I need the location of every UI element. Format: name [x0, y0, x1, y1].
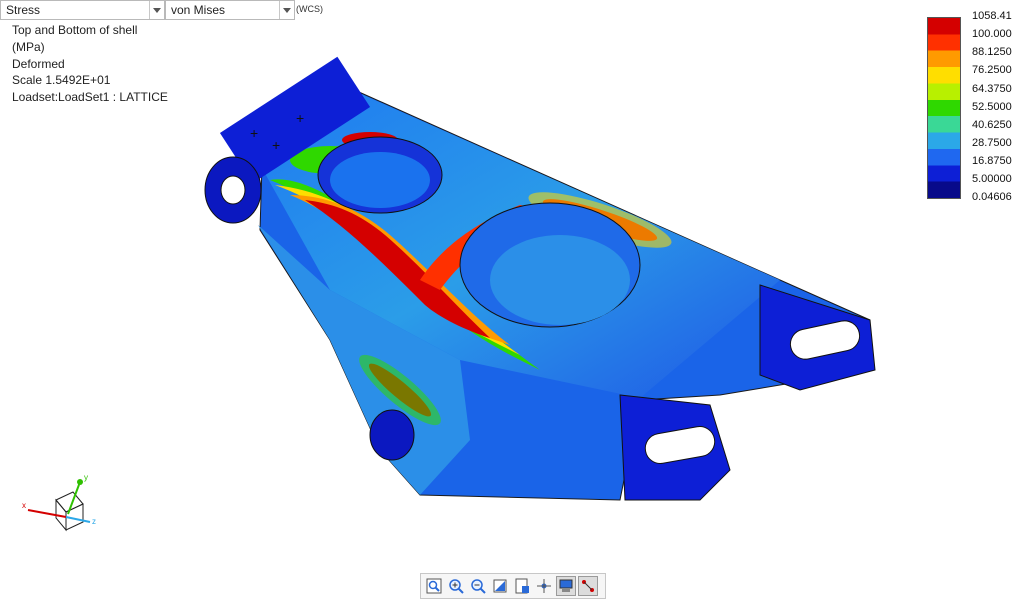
zoom-out-button[interactable] — [468, 576, 488, 596]
triad-x-label: x — [22, 501, 26, 510]
info-line-shell: Top and Bottom of shell — [12, 23, 138, 37]
fringe-legend-bar — [927, 17, 961, 199]
coord-system-label: (WCS) — [296, 4, 323, 14]
legend-label: 76.2500 — [972, 64, 1012, 76]
svg-text:+: + — [250, 125, 258, 141]
info-line-units: (MPa) — [12, 39, 45, 54]
svg-text:+: + — [272, 137, 280, 153]
annotation-icon — [582, 580, 594, 592]
triad-y-label: y — [84, 473, 88, 482]
zoom-in-icon — [449, 579, 464, 594]
info-line-loadset: Loadset:LoadSet1 : LATTICE — [12, 90, 168, 105]
zoom-in-button[interactable] — [446, 576, 466, 596]
legend-label: 100.000 — [972, 28, 1012, 40]
info-line-scale: Scale 1.5492E+01 — [12, 73, 111, 88]
display-style-button[interactable] — [556, 576, 576, 596]
component-value: von Mises — [171, 3, 226, 17]
legend-label: 40.6250 — [972, 119, 1012, 131]
display-style-icon — [559, 579, 573, 592]
view-toolbar — [420, 573, 606, 599]
result-info: Top and Bottom of shell (MPa) Deformed S… — [12, 22, 168, 106]
legend-label: 28.7500 — [972, 137, 1012, 149]
result-type-dropdown[interactable]: Stress — [0, 0, 165, 20]
spin-center-button[interactable] — [534, 576, 554, 596]
triad-z-label: z — [92, 517, 96, 526]
view-triad-icon: x y z — [22, 473, 96, 532]
component-dropdown[interactable]: von Mises — [165, 0, 295, 20]
refit-icon — [426, 578, 442, 594]
saved-views-icon — [515, 578, 529, 594]
chevron-down-icon[interactable] — [149, 1, 164, 19]
zoom-out-icon — [471, 579, 486, 594]
legend-label: 16.8750 — [972, 155, 1012, 167]
spin-center-icon — [537, 579, 551, 593]
legend-label: 52.5000 — [972, 101, 1012, 113]
saved-views-button[interactable] — [512, 576, 532, 596]
repaint-icon — [493, 579, 507, 593]
legend-label: 5.00000 — [972, 173, 1012, 185]
result-type-value: Stress — [6, 3, 41, 17]
legend-label: 1058.41 — [972, 10, 1012, 22]
refit-button[interactable] — [424, 576, 444, 596]
svg-text:+: + — [296, 110, 304, 126]
chevron-down-icon[interactable] — [279, 1, 294, 19]
info-line-deformed: Deformed — [12, 56, 65, 71]
legend-label: 88.1250 — [972, 46, 1012, 58]
legend-label: 64.3750 — [972, 83, 1012, 95]
repaint-button[interactable] — [490, 576, 510, 596]
legend-label: 0.04606 — [972, 191, 1012, 203]
annotation-button[interactable] — [578, 576, 598, 596]
